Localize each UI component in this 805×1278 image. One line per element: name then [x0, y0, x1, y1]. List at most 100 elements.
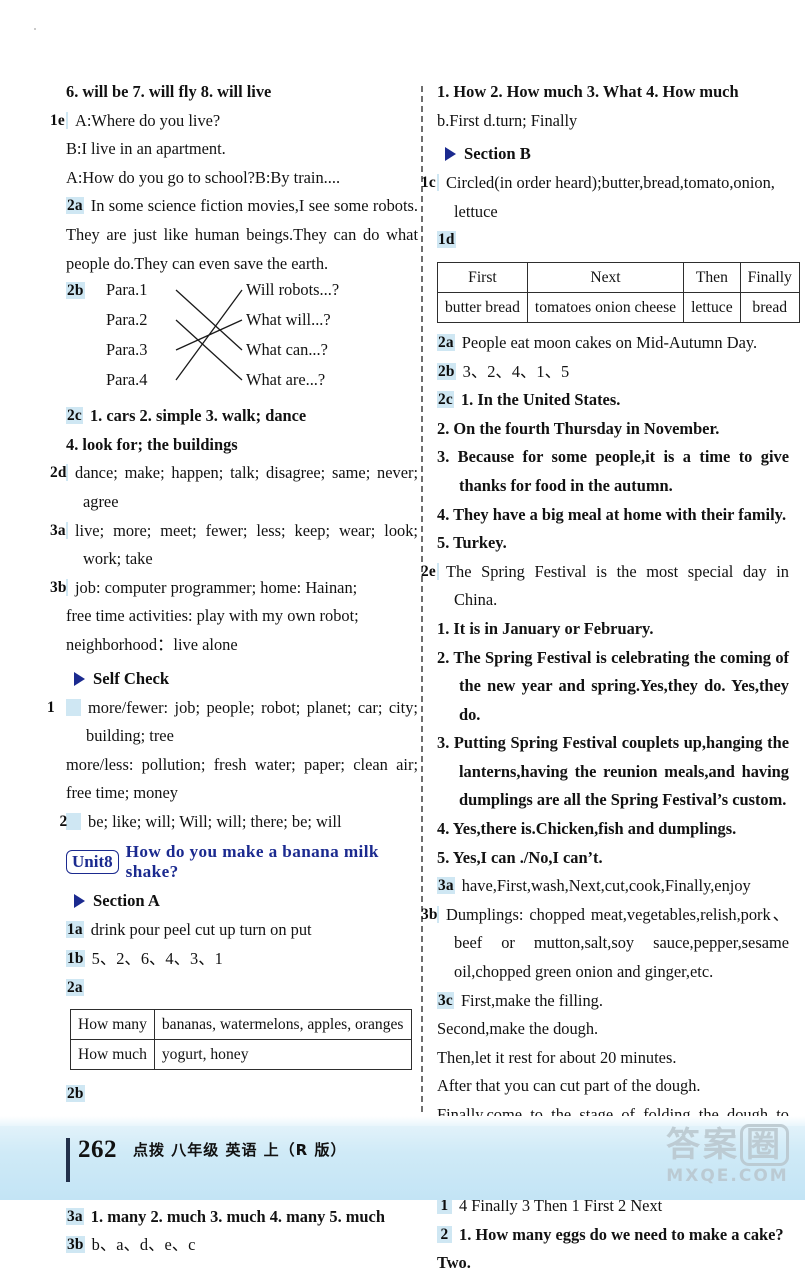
table-row: butter bread tomatoes onion cheese lettu… — [437, 291, 800, 323]
table-cell: butter bread — [437, 291, 528, 323]
answer-text: drink pour peel cut up turn on put — [90, 920, 312, 940]
answer-line: 1a drink pour peel cut up turn on put — [66, 916, 418, 945]
answer-line: 3b Dumplings: chopped meat,vegetables,rel… — [421, 901, 789, 987]
answer-line: neighborhood：live alone — [66, 634, 238, 654]
exercise-tag: 2e — [421, 562, 439, 580]
answer-text: b、a、d、e、c — [91, 1235, 196, 1255]
exercise-tag: 2d — [50, 464, 68, 482]
watermark-ring-glyph: 圈 — [740, 1124, 789, 1166]
answer-text: 4. look for; the buildings — [66, 434, 238, 454]
exercise-tag: 3b — [66, 1236, 85, 1254]
table-row: How much yogurt, honey — [70, 1039, 412, 1071]
unit-heading: Unit8 How do you make a banana milk shak… — [66, 842, 418, 882]
answer-line: 2. On the fourth Thursday in November. — [437, 415, 789, 444]
table-1d: First Next Then Finally butter bread tom… — [437, 261, 800, 323]
answer-text: have,First,wash,Next,cut,cook,Finally,en… — [461, 876, 751, 896]
triangle-bullet-icon — [74, 671, 85, 686]
answer-line: 2d dance; make; happen; talk; disagree; s… — [50, 459, 418, 516]
answer-text: be; like; will; Will; will; there; be; w… — [88, 811, 342, 831]
answer-line: 4. Yes,there is.Chicken,fish and dumplin… — [437, 815, 789, 844]
table-cell: yogurt, honey — [153, 1039, 412, 1071]
table-row: How many bananas, watermelons, apples, o… — [70, 1009, 412, 1041]
answer-text: Dumplings: chopped meat,vegetables,relis… — [446, 904, 789, 982]
table-cell: Finally — [739, 261, 800, 293]
answer-line: 2 be; like; will; Will; will; there; be; … — [60, 808, 418, 837]
answer-line: 1. How 2. How much 3. What 4. How much — [437, 82, 739, 101]
answer-line: B:I live in an apartment. — [66, 139, 226, 159]
unit-title: How do you make a banana milk shake? — [125, 842, 379, 882]
answer-line: 4. look for; the buildings — [66, 431, 418, 460]
table-cell: bread — [739, 291, 800, 323]
answer-key-page: 6. will be 7. will fly 8. will live 1e A:… — [0, 0, 805, 1272]
section-label: Self Check — [93, 668, 170, 688]
watermark-chinese: 答案圈 — [666, 1124, 789, 1166]
exercise-tag: 2b — [66, 1085, 85, 1103]
answer-line: 3a have,First,wash,Next,cut,cook,Finally,… — [437, 872, 789, 901]
table-2a: How many bananas, watermelons, apples, o… — [70, 1009, 412, 1071]
column-divider — [421, 86, 423, 1122]
table-row: First Next Then Finally — [437, 261, 800, 293]
answer-text: 1. How many eggs do we need to make a ca… — [437, 1224, 784, 1273]
table-cell: How much — [70, 1039, 155, 1071]
answer-line: 2 1. How many eggs do we need to make a c… — [437, 1221, 789, 1278]
exercise-tag: 3a — [437, 877, 455, 895]
answer-text: 1. It is in January or February. — [437, 618, 654, 638]
answer-text: 3、2、4、1、5 — [462, 361, 570, 381]
answer-text: 5、2、6、4、3、1 — [91, 949, 223, 969]
answer-line: 1 more/fewer: job; people; robot; planet;… — [47, 694, 418, 751]
unit-badge: Unit8 — [66, 850, 119, 875]
exercise-tag: 3c — [437, 991, 454, 1009]
answer-line: Then,let it rest for about 20 minutes. — [437, 1047, 677, 1067]
answer-line: b.First d.turn; Finally — [437, 110, 578, 130]
answer-line: After that you can cut part of the dough… — [437, 1076, 701, 1096]
exercise-tag: 3a — [50, 521, 68, 539]
watermark-url: MXQE.COM — [666, 1166, 789, 1186]
answer-line: 1b 5、2、6、4、3、1 — [66, 945, 418, 974]
answer-line: 3. Putting Spring Festival couplets up,h… — [437, 729, 789, 815]
answer-text: People eat moon cakes on Mid-Autumn Day. — [461, 332, 758, 352]
answer-line: 2. The Spring Festival is celebrating th… — [437, 644, 789, 730]
exercise-tag: 1a — [66, 921, 84, 939]
answer-line: Second,make the dough. — [437, 1019, 599, 1039]
answer-line: 3c First,make the filling. — [437, 987, 789, 1016]
answer-text: The Spring Festival is the most special … — [446, 561, 789, 610]
match-lines — [175, 289, 243, 381]
answer-text: 1. cars 2. simple 3. walk; dance — [89, 406, 307, 426]
table-cell: Then — [683, 261, 741, 293]
answer-line: 2b — [66, 1080, 418, 1109]
answer-line: 2e The Spring Festival is the most specia… — [421, 558, 789, 615]
exercise-tag: 2b — [437, 362, 456, 380]
footer-note: 点拨 八年级 英语 上（R 版） — [133, 1141, 347, 1159]
answer-line: free time activities: play with my own r… — [66, 606, 359, 626]
answer-text: 1. many 2. much 3. much 4. many 5. much — [90, 1206, 385, 1226]
answer-text: 5. Turkey. — [437, 533, 507, 553]
answer-text: 5. Yes,I can ./No,I can’t. — [437, 847, 603, 867]
answer-line: 2c 1. In the United States. — [437, 386, 789, 415]
page-footer: 262 点拨 八年级 英语 上（R 版） 答案圈 MXQE.COM — [0, 1116, 805, 1200]
answer-line: 1. It is in January or February. — [437, 615, 789, 644]
exercise-tag: 2a — [66, 978, 84, 996]
exercise-tag: 3b — [421, 905, 439, 923]
answer-line: 2a In some science fiction movies,I see s… — [66, 192, 418, 278]
answer-line: 3a live; more; meet; fewer; less; keep; w… — [50, 517, 418, 574]
section-label: Section B — [464, 144, 531, 164]
answer-text: job: computer programmer; home: Hainan; — [75, 577, 358, 597]
answer-line: 3a 1. many 2. much 3. much 4. many 5. muc… — [66, 1203, 418, 1232]
answer-text: A:Where do you live? — [75, 110, 221, 130]
exercise-tag: 1c — [421, 174, 439, 192]
right-column: 1. How 2. How much 3. What 4. How much b… — [421, 78, 800, 1278]
triangle-bullet-icon — [445, 147, 456, 162]
exercise-tag: 3a — [66, 1207, 84, 1225]
exercise-tag: 1d — [437, 231, 456, 249]
section-heading-section-a: Section A — [66, 886, 418, 916]
two-column-body: 6. will be 7. will fly 8. will live 1e A:… — [0, 78, 805, 1272]
answer-line: 2b 3、2、4、1、5 — [437, 358, 789, 387]
answer-text: In some science fiction movies,I see som… — [66, 196, 418, 273]
answer-line: 2a People eat moon cakes on Mid-Autumn Da… — [437, 329, 789, 358]
section-heading-self-check: Self Check — [66, 664, 418, 694]
exercise-tag: 2c — [437, 391, 454, 409]
answer-text: more/fewer: job; people; robot; planet; … — [86, 697, 418, 746]
watermark: 答案圈 MXQE.COM — [666, 1124, 789, 1186]
table-cell: How many — [70, 1009, 155, 1041]
answer-text: dance; make; happen; talk; disagree; sam… — [75, 463, 418, 511]
